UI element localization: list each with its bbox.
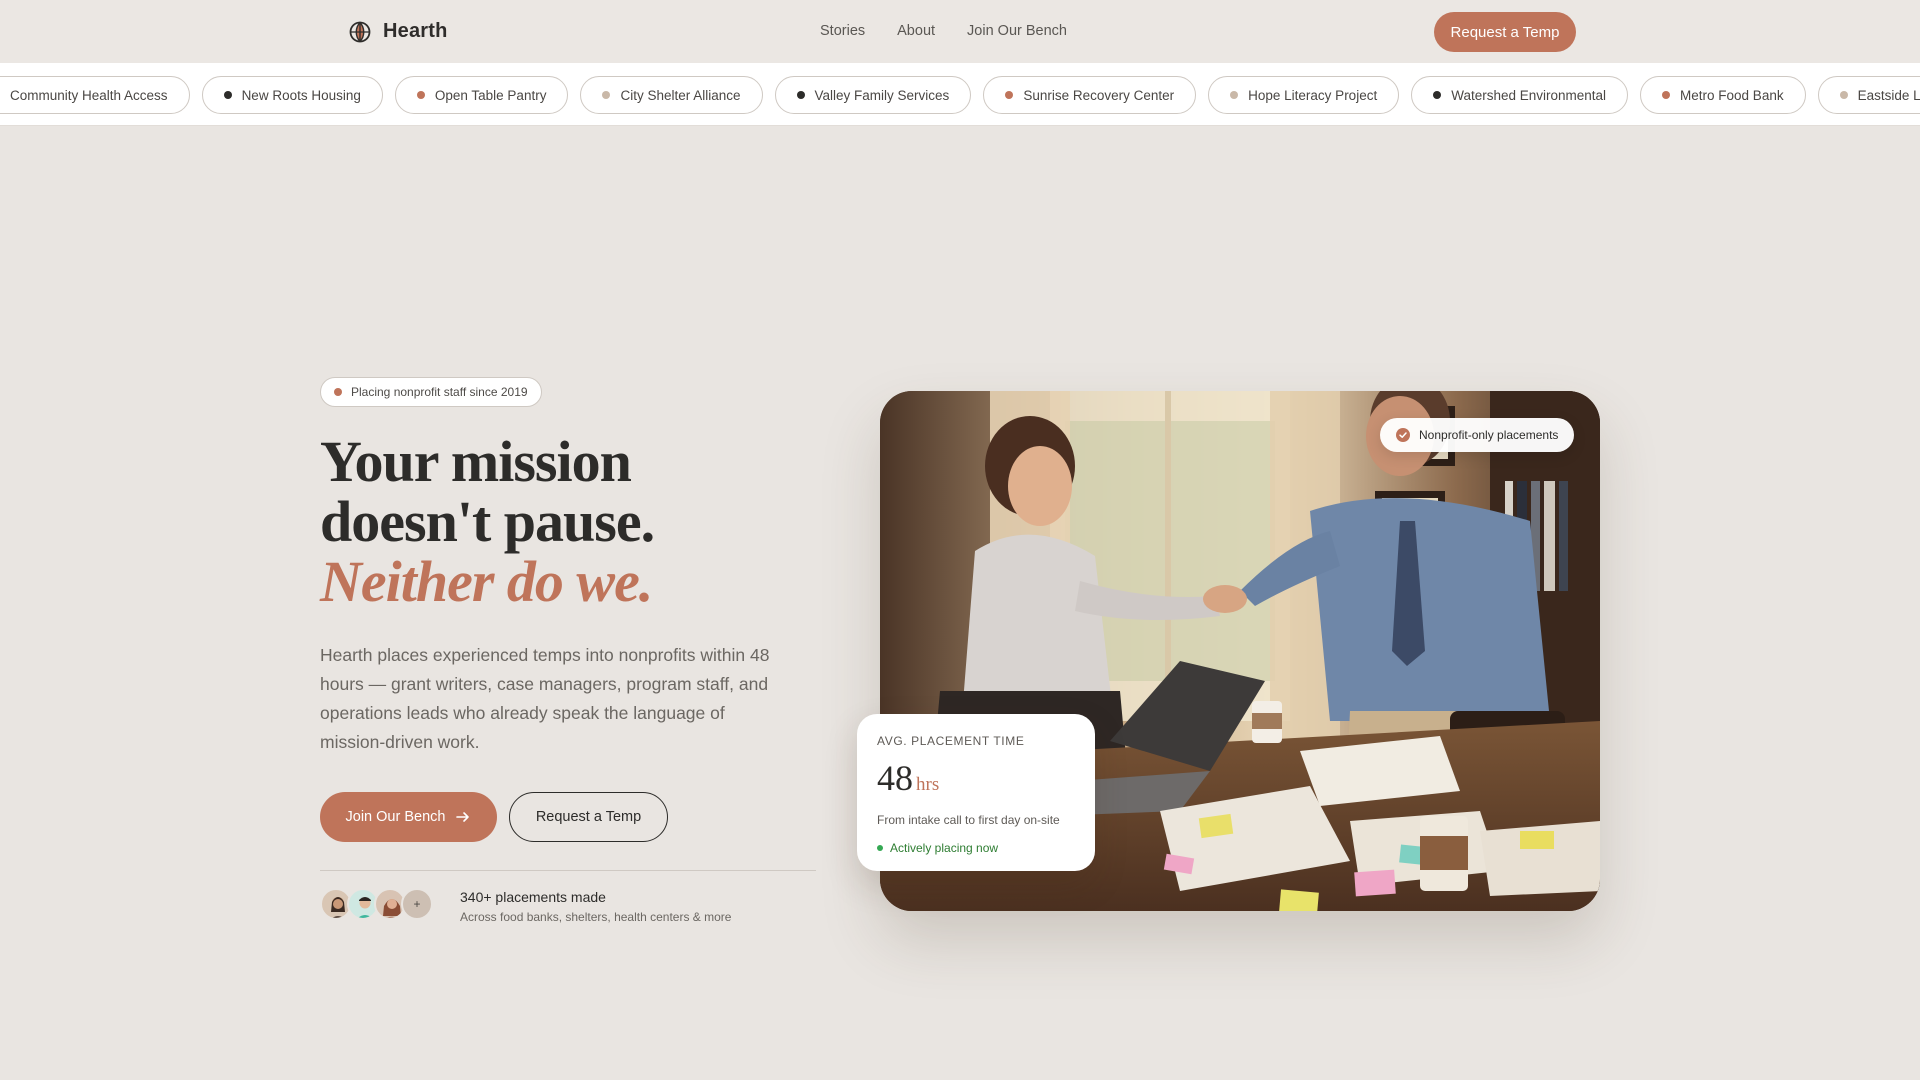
nav-links: Stories About Join Our Bench	[820, 23, 1067, 39]
partner-name: Sunrise Recovery Center	[1023, 87, 1175, 103]
placements-subtext: Across food banks, shelters, health cent…	[460, 910, 732, 924]
arrow-right-icon	[456, 812, 470, 822]
request-temp-button[interactable]: Request a Temp	[1434, 12, 1576, 52]
chip-dot	[1662, 91, 1671, 99]
stat-unit: hrs	[916, 774, 940, 795]
chip-dot	[1433, 91, 1442, 99]
partner-chip: Sunrise Recovery Center	[983, 76, 1197, 114]
chip-dot	[1230, 91, 1239, 99]
placement-time-card: AVG. PLACEMENT TIME 48 hrs From intake ca…	[857, 714, 1095, 871]
chip-dot	[223, 91, 232, 99]
brand[interactable]: Hearth	[349, 20, 448, 43]
hero-request-temp-button[interactable]: Request a Temp	[509, 792, 668, 842]
divider	[320, 870, 816, 871]
nav-link-stories[interactable]: Stories	[820, 23, 865, 39]
globe-icon	[349, 20, 371, 43]
partner-name: Community Health Access	[10, 87, 168, 103]
stat-value-row: 48 hrs	[877, 758, 1075, 805]
avatar-stack: +	[320, 888, 433, 920]
partner-chip: Hope Literacy Project	[1208, 76, 1400, 114]
since-badge: Placing nonprofit staff since 2019	[320, 377, 542, 407]
partner-name: City Shelter Alliance	[620, 87, 741, 103]
chip-dot	[796, 91, 805, 99]
placements-count: 340+ placements made	[460, 889, 606, 905]
avatar-more: +	[401, 888, 433, 920]
hero-lead: Hearth places experienced temps into non…	[320, 645, 770, 752]
hero-headline: Your mission doesn't pause. Neither do w…	[320, 432, 880, 612]
partner-chip: City Shelter Alliance	[580, 76, 763, 114]
live-status-text: Actively placing now	[890, 841, 999, 855]
live-status: Actively placing now	[877, 841, 1075, 855]
headline-line-2: doesn't pause.	[320, 489, 655, 554]
partner-chip: Community Health Access	[0, 76, 190, 114]
partner-chip: New Roots Housing	[201, 76, 383, 114]
partner-chip: Metro Food Bank	[1640, 76, 1806, 114]
partner-name: Watershed Environmental	[1451, 87, 1607, 103]
brand-name: Hearth	[383, 20, 448, 42]
stat-label: AVG. PLACEMENT TIME	[877, 734, 1025, 748]
join-bench-label: Join Our Bench	[345, 809, 446, 825]
chip-dot	[602, 91, 611, 99]
pill-text: Nonprofit-only placements	[1419, 428, 1559, 442]
chip-dot	[416, 91, 425, 99]
partner-chip: Watershed Environmental	[1411, 76, 1629, 114]
nonprofit-only-pill: Nonprofit-only placements	[1380, 418, 1575, 452]
partner-name: Eastside Legal Aid	[1857, 87, 1920, 103]
headline-line-1: Your mission	[320, 429, 632, 494]
marquee-track: Community Health Access New Roots Housing…	[0, 76, 1920, 114]
nav-link-join-bench[interactable]: Join Our Bench	[967, 23, 1067, 39]
join-bench-button[interactable]: Join Our Bench	[320, 792, 497, 842]
badge-text: Placing nonprofit staff since 2019	[351, 385, 528, 399]
live-dot-icon	[877, 845, 883, 851]
partner-chip: Eastside Legal Aid	[1817, 76, 1920, 114]
partner-name: Metro Food Bank	[1680, 87, 1784, 103]
chip-dot	[1839, 91, 1848, 99]
chip-dot	[1005, 91, 1014, 99]
badge-dot	[334, 388, 342, 396]
partner-chip: Open Table Pantry	[394, 76, 569, 114]
top-nav: Hearth Stories About Join Our Bench Requ…	[0, 0, 1920, 63]
nav-link-about[interactable]: About	[897, 23, 935, 39]
partner-name: New Roots Housing	[241, 87, 361, 103]
check-circle-icon	[1396, 428, 1410, 442]
headline-accent: Neither do we.	[320, 549, 653, 614]
partner-marquee: Community Health Access New Roots Housing…	[0, 63, 1920, 126]
stat-value: 48	[877, 758, 913, 798]
partner-name: Open Table Pantry	[434, 87, 547, 103]
stat-description: From intake call to first day on-site	[877, 813, 1060, 827]
partner-name: Valley Family Services	[814, 87, 950, 103]
partner-name: Hope Literacy Project	[1248, 87, 1378, 103]
partner-chip: Valley Family Services	[774, 76, 972, 114]
